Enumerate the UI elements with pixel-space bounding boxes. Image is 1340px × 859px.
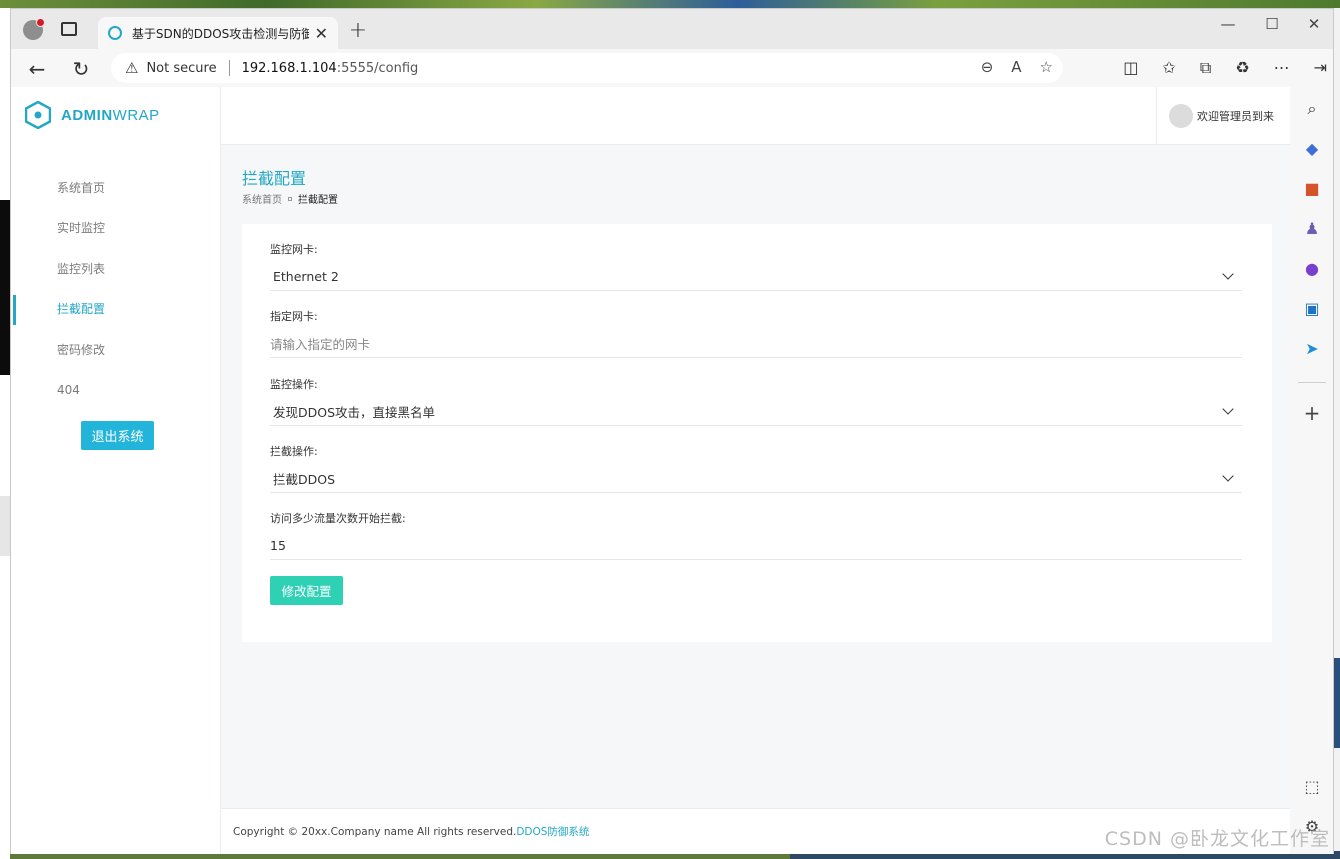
minimize-icon[interactable]: — — [1213, 15, 1243, 33]
favorites-icon[interactable]: ✩ — [1162, 58, 1175, 78]
desktop-background-top — [0, 0, 1340, 8]
new-tab-plus-icon[interactable]: + — [347, 18, 369, 43]
welcome-text: 欢迎管理员到来 — [1197, 110, 1274, 123]
maximize-icon[interactable]: ☐ — [1257, 15, 1287, 33]
sidebar-toggle-icon[interactable]: ⇥ — [1314, 58, 1327, 78]
block-op-label: 拦截操作: — [270, 445, 318, 458]
profile-avatar-icon[interactable] — [23, 18, 45, 40]
threshold-field: 访问多少流量次数开始拦截: 15 — [270, 510, 1248, 572]
tools-briefcase-icon[interactable]: ■ — [1302, 179, 1322, 199]
nic-selected-value: Ethernet 2 — [273, 269, 339, 284]
favorite-star-icon[interactable]: ☆ — [1040, 58, 1053, 76]
monitor-op-label: 监控操作: — [270, 378, 318, 391]
tab-bar: 基于SDN的DDOS攻击检测与防御 ✕ + — ☐ ✕ — [11, 9, 1333, 49]
sidebar-item-home[interactable]: 系统首页 — [11, 167, 221, 208]
shopping-tag-icon[interactable]: ◆ — [1302, 139, 1322, 159]
sidebar-item-realtime-monitor[interactable]: 实时监控 — [11, 208, 221, 249]
logout-button[interactable]: 退出系统 — [81, 421, 154, 450]
breadcrumb-home[interactable]: 系统首页 — [242, 191, 282, 206]
assign-nic-field: 指定网卡: 请输入指定的网卡 — [270, 308, 1248, 370]
copyright-text: Copyright © 20xx.Company name All rights… — [233, 825, 517, 838]
browser-side-panel: ⌕ ◆ ■ ♟ ● ▣ ➤ + ⬚ ⚙ — [1289, 87, 1333, 854]
outlook-icon[interactable]: ▣ — [1302, 299, 1322, 319]
sidebar-menu: 系统首页 实时监控 监控列表 拦截配置 密码修改 404 — [11, 167, 221, 410]
url-host: 192.168.1.104 — [241, 60, 337, 76]
background-window-fragment — [0, 496, 10, 556]
breadcrumb-separator-icon — [288, 196, 292, 201]
logo-text-light: WRAP — [112, 106, 160, 124]
tab-title: 基于SDN的DDOS攻击检测与防御 — [131, 26, 309, 41]
footer-link[interactable]: DDOS防御系统 — [516, 824, 589, 839]
block-op-selected-value: 拦截DDOS — [273, 472, 336, 487]
sidebar-item-monitor-list[interactable]: 监控列表 — [11, 248, 221, 289]
send-icon[interactable]: ➤ — [1302, 339, 1322, 359]
sidebar-item-block-config[interactable]: 拦截配置 — [11, 289, 221, 330]
user-menu[interactable]: 欢迎管理员到来 — [1156, 87, 1290, 145]
games-icon[interactable]: ♟ — [1302, 219, 1322, 239]
block-op-field: 拦截操作: 拦截DDOS — [270, 443, 1248, 505]
screenshot-icon[interactable]: ⬚ — [1302, 777, 1322, 797]
assign-nic-input[interactable]: 请输入指定的网卡 — [270, 330, 1242, 358]
breadcrumb: 系统首页 拦截配置 — [242, 191, 338, 206]
page-title: 拦截配置 — [242, 169, 307, 188]
avatar — [1169, 104, 1193, 128]
tab-active[interactable]: 基于SDN的DDOS攻击检测与防御 ✕ — [98, 17, 338, 49]
logo-text-bold: ADMIN — [61, 106, 113, 124]
more-menu-icon[interactable]: ⋯ — [1274, 58, 1290, 78]
config-form-card: 监控网卡: Ethernet 2 指定网卡: 请输入指定的网卡 监控操作: 发现… — [242, 224, 1272, 642]
save-config-button[interactable]: 修改配置 — [270, 576, 343, 605]
sidebar-item-404[interactable]: 404 — [11, 370, 221, 411]
hexagon-favicon-icon — [108, 26, 122, 40]
block-op-select[interactable]: 拦截DDOS — [270, 465, 1242, 493]
collections-icon[interactable]: ⧉ — [1200, 58, 1211, 78]
chevron-down-icon — [1222, 470, 1234, 482]
hexagon-logo-icon — [25, 101, 51, 129]
app-header: 欢迎管理员到来 — [221, 87, 1290, 145]
url-path: :5555/config — [336, 60, 419, 76]
close-tab-icon[interactable]: ✕ — [315, 24, 328, 43]
chevron-down-icon — [1222, 403, 1234, 415]
monitor-op-field: 监控操作: 发现DDOS攻击，直接黑名单 — [270, 376, 1248, 438]
sidebar-item-password[interactable]: 密码修改 — [11, 329, 221, 370]
browser-window: 基于SDN的DDOS攻击检测与防御 ✕ + — ☐ ✕ ← ↻ ⚠ Not se… — [10, 8, 1334, 854]
monitor-op-selected-value: 发现DDOS攻击，直接黑名单 — [273, 405, 436, 420]
add-plus-icon[interactable]: + — [1302, 403, 1322, 423]
security-status[interactable]: Not secure — [146, 61, 216, 76]
breadcrumb-current: 拦截配置 — [298, 195, 338, 206]
nic-field: 监控网卡: Ethernet 2 — [270, 241, 1248, 303]
refresh-icon[interactable]: ↻ — [69, 57, 93, 81]
close-window-icon[interactable]: ✕ — [1299, 15, 1329, 33]
app-logo[interactable]: ADMINWRAP — [25, 101, 160, 129]
extensions-icon[interactable]: ♻ — [1235, 58, 1249, 78]
page-viewport: ADMINWRAP 系统首页 实时监控 监控列表 拦截配置 密码修改 404 退… — [11, 87, 1290, 854]
terminal-window-fragment — [0, 200, 10, 375]
app-sidebar: ADMINWRAP 系统首页 实时监控 监控列表 拦截配置 密码修改 404 退… — [11, 87, 221, 854]
split-screen-icon[interactable]: ◫ — [1123, 58, 1138, 78]
search-icon[interactable]: ⌕ — [1302, 99, 1322, 119]
back-arrow-icon[interactable]: ← — [25, 57, 49, 81]
chevron-down-icon — [1222, 268, 1234, 280]
threshold-input[interactable]: 15 — [270, 532, 1242, 560]
address-bar[interactable]: ⚠ Not secure 192.168.1.104 :5555/config … — [111, 53, 1063, 83]
warning-triangle-icon[interactable]: ⚠ — [125, 59, 138, 77]
nic-select[interactable]: Ethernet 2 — [270, 263, 1242, 291]
assign-nic-label: 指定网卡: — [270, 310, 318, 323]
desktop-background-left — [0, 8, 10, 859]
read-aloud-icon[interactable]: A — [1011, 58, 1021, 76]
zoom-out-icon[interactable]: ⊖ — [981, 58, 994, 76]
csdn-watermark: CSDN @卧龙文化工作室 — [1104, 828, 1330, 850]
desktop-background-right — [1334, 8, 1340, 859]
microsoft-365-icon[interactable]: ● — [1302, 259, 1322, 279]
address-toolbar: ← ↻ ⚠ Not secure 192.168.1.104 :5555/con… — [11, 49, 1333, 87]
tab-actions-icon[interactable] — [61, 22, 77, 36]
threshold-label: 访问多少流量次数开始拦截: — [270, 512, 406, 525]
monitor-op-select[interactable]: 发现DDOS攻击，直接黑名单 — [270, 398, 1242, 426]
nic-label: 监控网卡: — [270, 243, 318, 256]
